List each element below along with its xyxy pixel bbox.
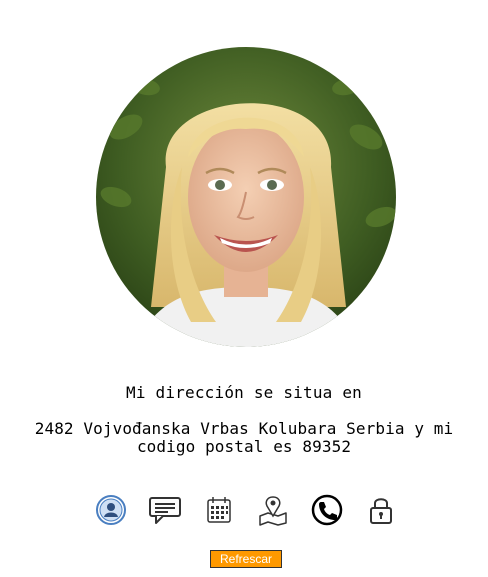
phone-icon[interactable]: [310, 493, 344, 527]
avatar: [96, 47, 396, 347]
lock-icon[interactable]: [364, 493, 398, 527]
user-icon[interactable]: [94, 493, 128, 527]
address-value: 2482 Vojvođanska Vrbas Kolubara Serbia y…: [34, 419, 454, 456]
refresh-button[interactable]: Refrescar: [210, 550, 282, 568]
info-icon-bar: [94, 493, 394, 527]
calendar-icon[interactable]: [202, 493, 236, 527]
map-icon[interactable]: [256, 493, 290, 527]
address-label: Mi dirección se situa en: [126, 383, 362, 402]
avatar-photo: [96, 47, 396, 347]
user-card: Mi dirección se situa en 2482 Vojvođansk…: [0, 0, 488, 577]
chat-icon[interactable]: [148, 493, 182, 527]
